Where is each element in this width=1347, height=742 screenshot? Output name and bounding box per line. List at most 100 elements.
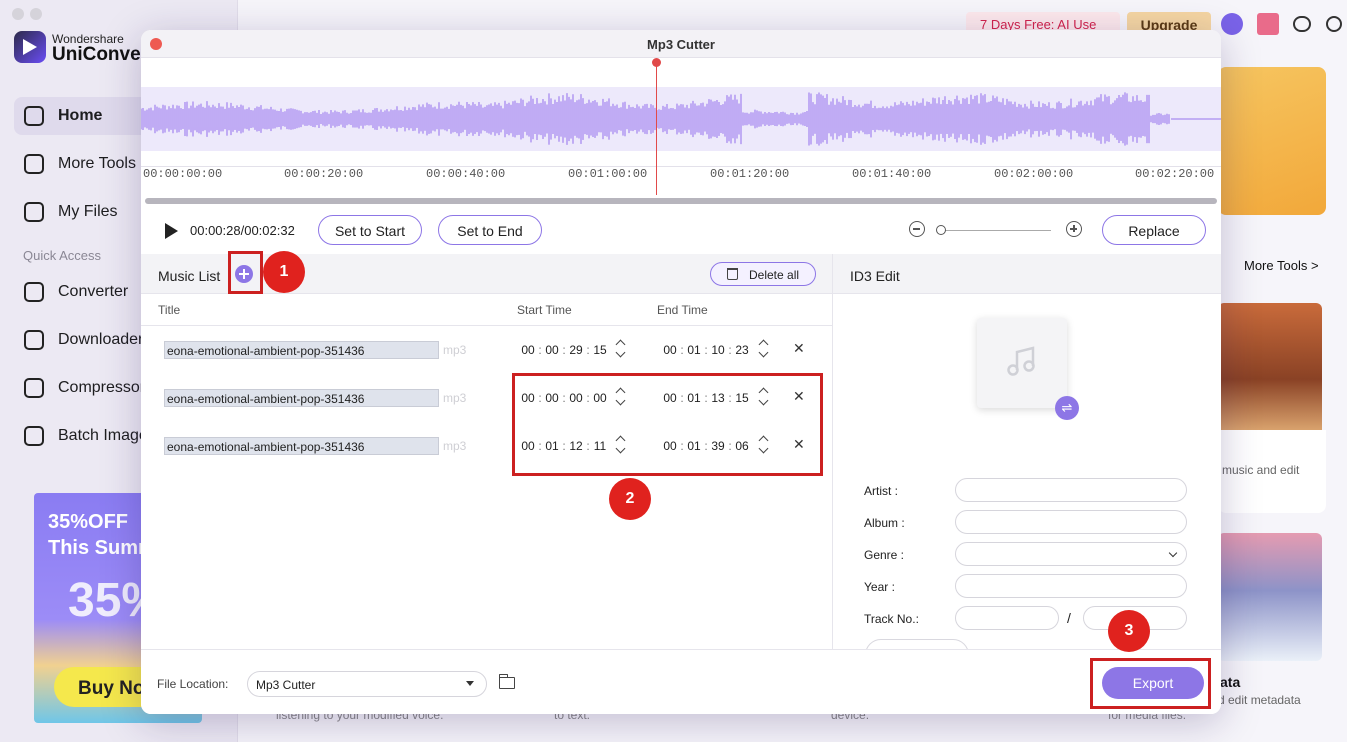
replace-button[interactable]: Replace — [1102, 215, 1206, 245]
home-icon — [24, 106, 44, 126]
sidebar-item-label: Converter — [58, 283, 129, 300]
audio-waveform[interactable] — [141, 87, 1221, 151]
zoom-slider-handle[interactable] — [936, 225, 946, 235]
file-name-field[interactable]: eona-emotional-ambient-pop-351436 — [164, 389, 439, 407]
annotation-box-add — [228, 251, 263, 294]
sidebar-item-label: Downloader — [58, 331, 144, 348]
playhead[interactable] — [656, 62, 657, 195]
card-description: music and edit — [1222, 463, 1300, 477]
zoom-in-icon[interactable] — [1066, 221, 1082, 237]
playhead-handle[interactable] — [652, 58, 661, 67]
genre-label: Genre : — [864, 548, 905, 562]
ruler-tick: 00:00:00:00 — [143, 167, 223, 181]
delete-all-button[interactable]: Delete all — [710, 262, 816, 286]
album-label: Album : — [864, 516, 905, 530]
annotation-marker: 2 — [609, 478, 651, 520]
artist-input[interactable] — [955, 478, 1187, 502]
file-location-label: File Location: — [157, 677, 229, 691]
gift-icon[interactable] — [1257, 13, 1279, 35]
time-frames[interactable]: 23 — [733, 343, 751, 357]
end-time-stepper-icon[interactable] — [758, 338, 768, 360]
time-frames[interactable]: 15 — [591, 343, 609, 357]
app-window: Wondershare UniConverter Home More Tools… — [0, 0, 1347, 742]
end-time-input[interactable]: 00:01:10:23 — [661, 343, 751, 357]
playback-controls: 00:00:28/00:02:32 Set to Start Set to En… — [141, 208, 1221, 254]
file-extension: mp3 — [443, 439, 467, 453]
ruler-tick: 00:02:20:00 — [1135, 167, 1215, 181]
window-minimize-dot[interactable] — [30, 8, 42, 20]
zoom-out-icon[interactable] — [909, 221, 925, 237]
voice-changer-card-image[interactable] — [1218, 303, 1322, 430]
id3-edit-label: ID3 Edit — [850, 268, 900, 284]
time-ruler: 00:00:00:00 00:00:20:00 00:00:40:00 00:0… — [141, 167, 1221, 195]
sidebar-item-label: Compressor — [58, 379, 146, 396]
headset-icon[interactable] — [1326, 16, 1342, 32]
card-title: ata — [1220, 674, 1241, 690]
ruler-tick: 00:00:20:00 — [284, 167, 364, 181]
download-icon — [24, 330, 44, 350]
sidebar-item-label: More Tools — [58, 155, 136, 172]
avatar-icon[interactable] — [1221, 13, 1243, 35]
chevron-down-icon — [466, 681, 474, 686]
sidebar-item-label: My Files — [58, 203, 118, 220]
ruler-tick: 00:01:40:00 — [852, 167, 932, 181]
track-number-input[interactable] — [955, 606, 1059, 630]
start-time-stepper-icon[interactable] — [615, 338, 625, 360]
zoom-slider[interactable] — [939, 230, 1051, 231]
time-seconds[interactable]: 29 — [567, 343, 585, 357]
file-location-select[interactable]: Mp3 Cutter — [247, 671, 487, 697]
window-close-dot[interactable] — [12, 8, 24, 20]
trash-icon — [727, 268, 738, 280]
set-to-end-button[interactable]: Set to End — [438, 215, 542, 245]
dialog-title: Mp3 Cutter — [647, 37, 715, 52]
play-icon[interactable] — [165, 223, 178, 239]
id3-edit-panel: ID3 Edit ⇌ Artist : Album : Genre : Year… — [832, 254, 1221, 671]
chat-icon[interactable] — [1293, 16, 1311, 32]
time-minutes[interactable]: 01 — [685, 343, 703, 357]
year-input[interactable] — [955, 574, 1187, 598]
start-time-input[interactable]: 00:00:29:15 — [519, 343, 609, 357]
time-hours[interactable]: 00 — [519, 343, 537, 357]
column-title: Title — [158, 303, 181, 317]
file-icon — [24, 202, 44, 222]
chevron-down-icon — [1168, 548, 1178, 558]
remove-row-icon[interactable]: ✕ — [793, 340, 805, 357]
track-separator: / — [1067, 610, 1071, 626]
ruler-tick: 00:00:40:00 — [426, 167, 506, 181]
dialog-footer: File Location: Mp3 Cutter Export — [141, 649, 1221, 714]
music-list-row[interactable]: eona-emotional-ambient-pop-351436 mp3 00… — [141, 330, 832, 370]
metadata-card-image[interactable] — [1218, 533, 1322, 661]
set-to-start-button[interactable]: Set to Start — [318, 215, 422, 245]
annotation-marker: 3 — [1108, 610, 1150, 652]
swap-cover-icon[interactable]: ⇌ — [1055, 396, 1079, 420]
sidebar-item-label: Batch Image — [58, 427, 148, 444]
time-readout: 00:00:28/00:02:32 — [190, 223, 295, 238]
file-name-field[interactable]: eona-emotional-ambient-pop-351436 — [164, 341, 439, 359]
time-hours[interactable]: 00 — [661, 343, 679, 357]
track-no-label: Track No.: — [864, 612, 919, 626]
album-input[interactable] — [955, 510, 1187, 534]
ruler-tick: 00:01:00:00 — [568, 167, 648, 181]
file-name-field[interactable]: eona-emotional-ambient-pop-351436 — [164, 437, 439, 455]
converter-icon — [24, 282, 44, 302]
year-label: Year : — [864, 580, 895, 594]
album-cover[interactable] — [977, 318, 1067, 408]
dialog-titlebar: Mp3 Cutter — [141, 30, 1221, 58]
more-tools-link[interactable]: More Tools > — [1244, 258, 1319, 273]
mp3-cutter-dialog: Mp3 Cutter 00:00:00:00 00:00:20:00 00:00… — [141, 30, 1221, 714]
image-icon — [24, 426, 44, 446]
ruler-tick: 00:02:00:00 — [994, 167, 1074, 181]
time-seconds[interactable]: 10 — [709, 343, 727, 357]
column-end-time: End Time — [657, 303, 708, 317]
genre-select[interactable] — [955, 542, 1187, 566]
timeline-scrollbar[interactable] — [145, 198, 1217, 204]
file-extension: mp3 — [443, 391, 467, 405]
music-list-columns: Title Start Time End Time — [141, 294, 832, 326]
time-minutes[interactable]: 00 — [543, 343, 561, 357]
feature-card-image[interactable] — [1218, 67, 1326, 215]
folder-icon[interactable] — [498, 674, 515, 689]
sidebar-item-label: Home — [58, 107, 103, 124]
annotation-box-times — [512, 373, 823, 476]
annotation-marker: 1 — [263, 251, 305, 293]
column-start-time: Start Time — [517, 303, 572, 317]
